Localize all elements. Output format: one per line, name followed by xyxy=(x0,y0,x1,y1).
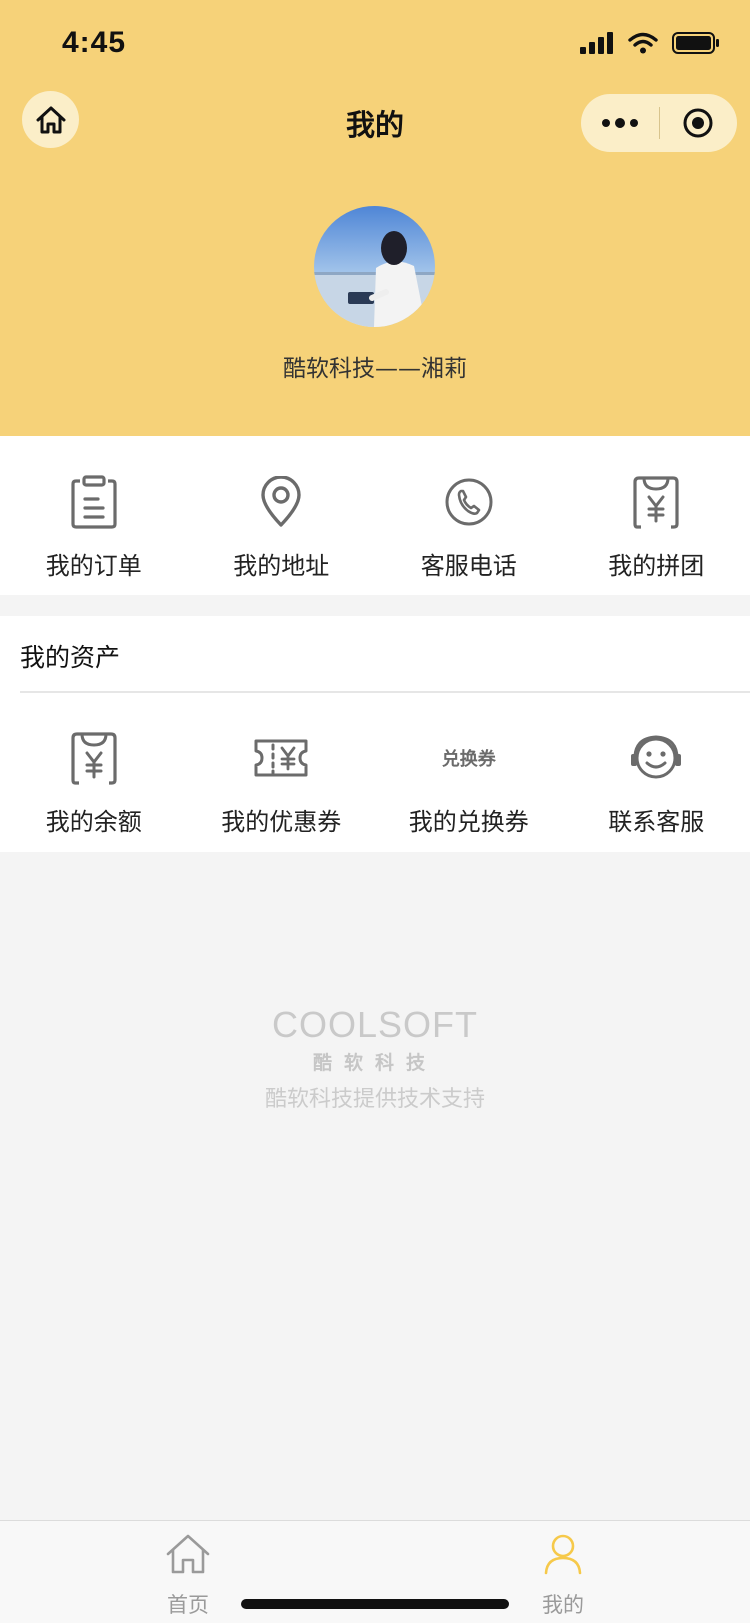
menu-label: 我的地址 xyxy=(233,552,330,580)
coupon-icon xyxy=(254,739,308,777)
home-indicator xyxy=(241,1599,509,1609)
clipboard-icon xyxy=(71,475,117,529)
location-pin-icon xyxy=(261,476,301,527)
wifi-icon xyxy=(628,32,658,54)
battery-icon xyxy=(672,32,719,54)
asset-label: 我的兑换券 xyxy=(408,808,529,836)
phone-icon xyxy=(445,478,493,526)
status-time: 4:45 xyxy=(62,26,127,59)
tab-label: 我的 xyxy=(542,1593,584,1617)
menu-service-phone[interactable]: 客服电话 xyxy=(375,472,563,595)
menu-label: 我的拼团 xyxy=(608,552,705,580)
mini-program-capsule xyxy=(581,94,737,152)
avatar-image xyxy=(314,206,435,327)
quick-menu: 我的订单 我的地址 客服电话 我的拼团 xyxy=(0,436,750,595)
menu-my-address[interactable]: 我的地址 xyxy=(188,472,376,595)
exchange-voucher-icon: 兑换券 xyxy=(441,749,496,770)
asset-contact-service[interactable]: 联系客服 xyxy=(563,728,750,852)
signal-icon xyxy=(580,32,613,54)
tech-support-footer: COOLSOFT 酷软科技 酷软科技提供技术支持 xyxy=(0,1004,750,1113)
asset-my-exchange-vouchers[interactable]: 兑换券 我的兑换券 xyxy=(375,728,563,852)
home-icon xyxy=(166,1534,210,1574)
status-bar: 4:45 xyxy=(0,0,750,90)
asset-my-coupons[interactable]: 我的优惠券 xyxy=(188,728,376,852)
close-mini-program-button[interactable] xyxy=(660,94,738,152)
yuan-card-icon xyxy=(633,476,679,529)
status-icons xyxy=(580,32,720,54)
asset-label: 我的余额 xyxy=(45,808,142,836)
menu-my-orders[interactable]: 我的订单 xyxy=(0,472,188,595)
menu-label: 我的订单 xyxy=(45,552,142,580)
balance-icon xyxy=(71,732,117,785)
asset-label: 联系客服 xyxy=(608,808,705,836)
avatar[interactable] xyxy=(314,206,435,327)
menu-my-group-buy[interactable]: 我的拼团 xyxy=(563,472,750,595)
asset-label: 我的优惠券 xyxy=(221,808,342,836)
assets-title: 我的资产 xyxy=(20,643,121,672)
target-circle-icon xyxy=(683,108,713,138)
tech-support-text: 酷软科技提供技术支持 xyxy=(264,1087,485,1112)
brand-logo: COOLSOFT xyxy=(271,1004,479,1045)
menu-label: 客服电话 xyxy=(420,552,517,580)
more-dots-icon xyxy=(601,118,638,128)
tab-label: 首页 xyxy=(167,1593,209,1617)
brand-chinese-name: 酷软科技 xyxy=(312,1052,437,1074)
customer-service-icon xyxy=(631,735,682,779)
navigation-bar: 我的 xyxy=(0,88,750,160)
tab-home[interactable]: 首页 xyxy=(118,1521,258,1623)
assets-divider xyxy=(20,691,750,693)
user-name: 酷软科技——湘莉 xyxy=(283,356,467,382)
more-button[interactable] xyxy=(581,94,659,152)
user-icon xyxy=(544,1534,582,1575)
tab-mine[interactable]: 我的 xyxy=(493,1521,633,1623)
assets-grid: 我的余额 我的优惠券 兑换券 我的兑换券 联系客服 xyxy=(0,694,750,852)
asset-my-balance[interactable]: 我的余额 xyxy=(0,728,188,852)
